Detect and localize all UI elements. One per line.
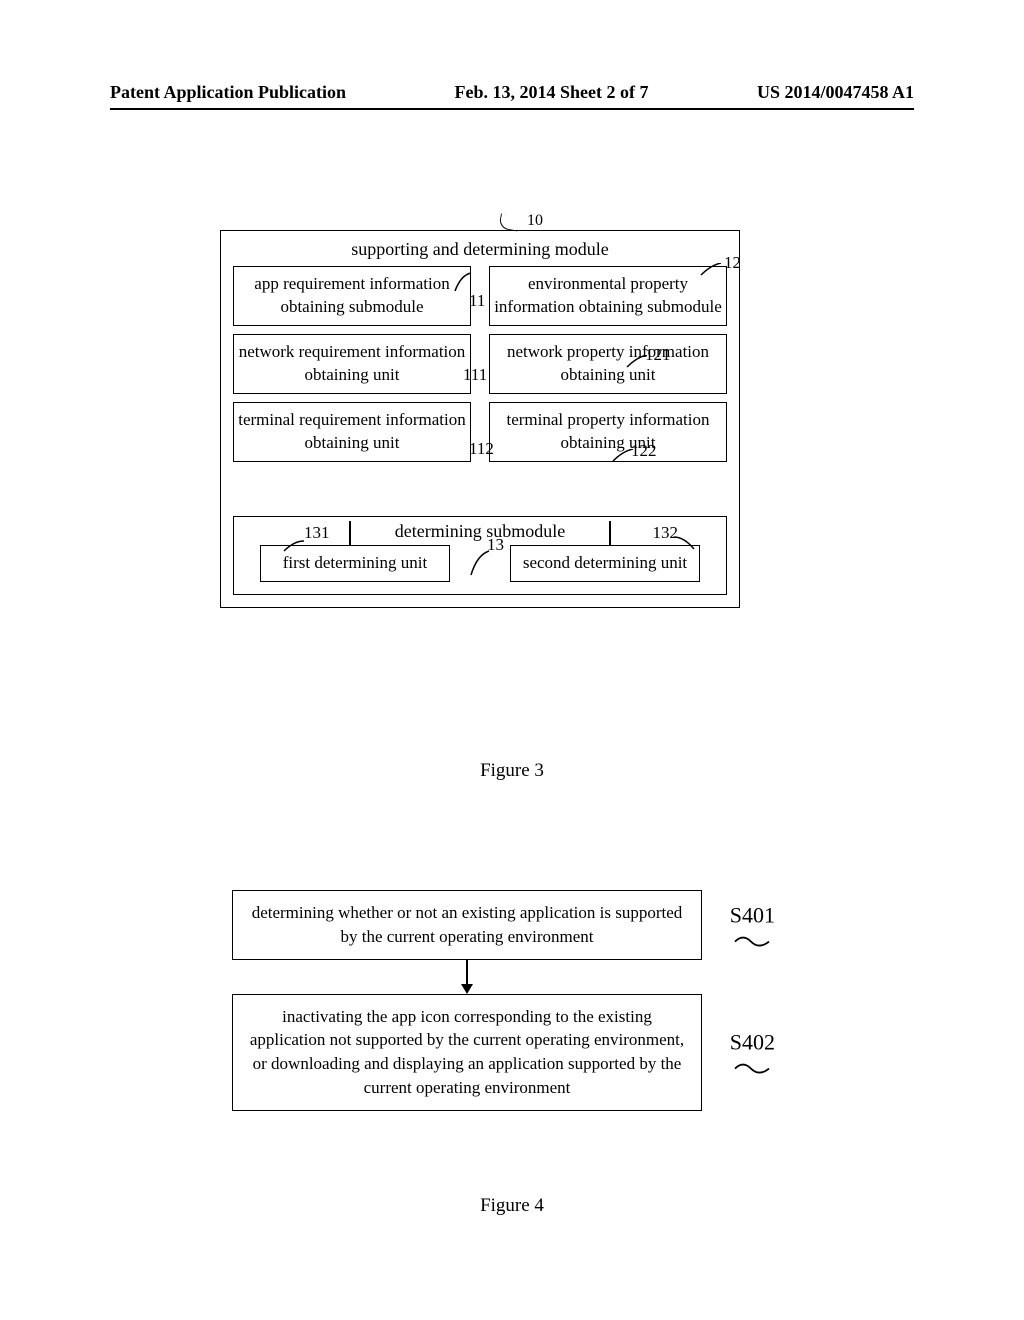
leader-s402-icon [733, 1061, 771, 1077]
step-s402-label: S402 [730, 1028, 775, 1077]
unit-111: network requirement information obtainin… [233, 334, 471, 394]
module-10: supporting and determining module 11 12 … [220, 230, 740, 608]
step-s401-text: determining whether or not an existing a… [252, 903, 683, 946]
unit-132: second determining unit [510, 545, 700, 582]
figure-4-caption: Figure 4 [0, 1195, 1024, 1217]
ref-11: 11 [469, 291, 485, 311]
ref-10-leader: 10 [500, 212, 543, 230]
left-column: app requirement information obtaining su… [233, 266, 471, 462]
step-s401: determining whether or not an existing a… [232, 890, 702, 960]
header-center: Feb. 13, 2014 Sheet 2 of 7 [455, 82, 649, 103]
ref-10: 10 [527, 212, 543, 229]
ref-131: 131 [304, 523, 330, 543]
step-s402-text: inactivating the app icon corresponding … [250, 1007, 684, 1097]
module-10-title: supporting and determining module [233, 239, 727, 260]
ref-122: 122 [631, 441, 657, 461]
leader-hook-icon [498, 213, 519, 231]
figure-3-caption: Figure 3 [0, 760, 1024, 782]
ref-132: 132 [653, 523, 679, 543]
unit-112: terminal requirement information obtaini… [233, 402, 471, 462]
leader-s401-icon [733, 933, 771, 949]
submodule-13-title: determining submodule [395, 521, 565, 542]
figure-3-diagram: 10 supporting and determining module 11 … [220, 230, 740, 608]
ref-12: 12 [724, 253, 741, 273]
header-rule [110, 108, 914, 110]
ref-121: 121 [645, 345, 671, 365]
unit-131: first determining unit [260, 545, 450, 582]
arrow-down-icon [461, 984, 473, 994]
submodule-13-row: first determining unit second determinin… [248, 545, 712, 582]
ref-s401: S401 [730, 900, 775, 931]
page: Patent Application Publication Feb. 13, … [0, 0, 1024, 1320]
step-s402: inactivating the app icon corresponding … [232, 994, 702, 1111]
submodule-13: 131 determining submodule 132 first dete… [233, 516, 727, 595]
step-s401-label: S401 [730, 900, 775, 949]
ref-111: 111 [463, 365, 487, 385]
header-right: US 2014/0047458 A1 [757, 82, 914, 103]
page-header: Patent Application Publication Feb. 13, … [110, 82, 914, 103]
arrow-s401-to-s402 [461, 960, 473, 994]
ref-112: 112 [469, 439, 494, 459]
header-left: Patent Application Publication [110, 82, 346, 103]
unit-122: terminal property information obtaining … [489, 402, 727, 462]
right-column: environmental property information obtai… [489, 266, 727, 462]
arrow-stem-icon [466, 960, 468, 984]
ref-s402: S402 [730, 1028, 775, 1059]
unit-121: network property information obtaining u… [489, 334, 727, 394]
submodule-11: app requirement information obtaining su… [233, 266, 471, 326]
submodule-12: environmental property information obtai… [489, 266, 727, 326]
figure-4-flowchart: determining whether or not an existing a… [232, 890, 702, 1111]
